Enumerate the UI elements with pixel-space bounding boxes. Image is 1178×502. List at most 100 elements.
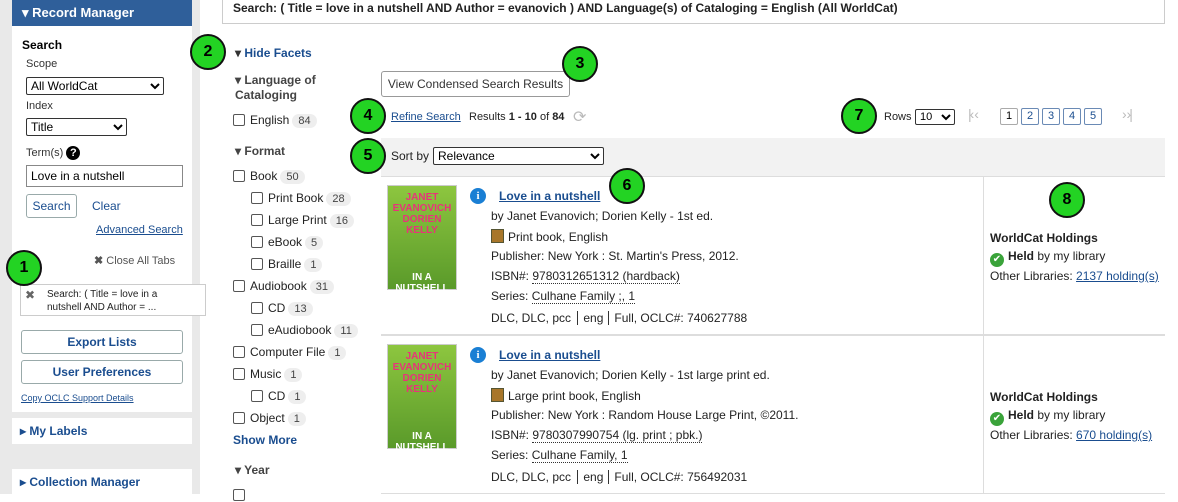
result-publisher: Publisher: New York : Random House Large… xyxy=(491,408,799,422)
page-3[interactable]: 3 xyxy=(1042,108,1060,125)
book-cover[interactable]: JANET EVANOVICH DORIEN KELLY IN A NUTSHEL… xyxy=(387,185,457,294)
page-5[interactable]: 5 xyxy=(1084,108,1102,125)
facet-count: 1 xyxy=(284,368,303,382)
result-title-link[interactable]: Love in a nutshell xyxy=(499,189,600,203)
record-manager-header[interactable]: ▾ Record Manager xyxy=(12,0,192,26)
facet-item[interactable]: Music 1 xyxy=(233,367,303,382)
checkbox[interactable] xyxy=(233,412,245,424)
series-value[interactable]: Culhane Family ;, 1 xyxy=(531,289,636,304)
facet-item[interactable]: Object 1 xyxy=(233,411,306,426)
scope-select[interactable]: All WorldCat xyxy=(26,77,164,95)
facet-item[interactable]: Audiobook 31 xyxy=(233,279,334,294)
refresh-icon[interactable]: ⟳ xyxy=(573,107,586,127)
checkbox[interactable] xyxy=(233,489,245,501)
checkbox[interactable] xyxy=(251,302,263,314)
checkbox[interactable] xyxy=(233,346,245,358)
callout-2: 2 xyxy=(190,34,226,70)
language-facet-heading[interactable]: ▾ Language of Cataloging xyxy=(235,73,345,103)
first-prev-page-icon[interactable]: |‹ ‹ xyxy=(968,106,979,122)
facet-label: Print Book xyxy=(268,191,324,205)
record-manager-title: Record Manager xyxy=(32,5,135,20)
other-libraries: Other Libraries: 670 holding(s) xyxy=(990,428,1153,442)
facet-year-partial[interactable] xyxy=(233,488,250,502)
index-select[interactable]: Title xyxy=(26,118,127,136)
facet-item[interactable]: Computer File 1 xyxy=(233,345,347,360)
search-query-bar: Search: ( Title = love in a nutshell AND… xyxy=(222,0,1165,24)
facet-item[interactable]: Braille 1 xyxy=(251,257,323,272)
view-condensed-button[interactable]: View Condensed Search Results xyxy=(381,71,570,97)
info-icon[interactable]: i xyxy=(470,188,486,204)
result-author: by Janet Evanovich; Dorien Kelly - 1st e… xyxy=(491,209,714,223)
terms-label: Term(s) ? xyxy=(26,146,81,160)
rows-select[interactable]: 10 xyxy=(915,109,955,125)
checkbox[interactable] xyxy=(251,324,263,336)
rows-label: Rows xyxy=(884,111,912,123)
checkbox[interactable] xyxy=(233,114,245,126)
index-label: Index xyxy=(26,100,53,112)
holdings-link[interactable]: 670 holding(s) xyxy=(1076,428,1152,442)
facet-english[interactable]: English 84 xyxy=(233,113,317,128)
facet-label: CD xyxy=(268,301,286,315)
terms-input[interactable] xyxy=(26,165,183,187)
checkbox[interactable] xyxy=(251,236,263,248)
facet-item[interactable]: eAudiobook 11 xyxy=(251,323,358,338)
book-cover[interactable]: JANET EVANOVICH DORIEN KELLY IN A NUTSHEL… xyxy=(387,344,457,453)
facet-item[interactable]: Book 50 xyxy=(233,169,305,184)
facet-item[interactable]: eBook 5 xyxy=(251,235,324,250)
series-value[interactable]: Culhane Family, 1 xyxy=(531,448,628,463)
help-icon[interactable]: ? xyxy=(66,146,81,160)
info-icon[interactable]: i xyxy=(470,347,486,363)
result-row: JANET EVANOVICH DORIEN KELLY IN A NUTSHEL… xyxy=(381,176,1165,335)
page-1[interactable]: 1 xyxy=(1000,108,1018,125)
page-2[interactable]: 2 xyxy=(1021,108,1039,125)
scope-label: Scope xyxy=(26,58,58,70)
facet-count: 16 xyxy=(329,214,354,228)
close-all-tabs[interactable]: ✖ Close All Tabs xyxy=(94,254,175,267)
facet-count: 1 xyxy=(287,412,306,426)
my-labels-panel[interactable]: ▸ My Labels xyxy=(12,418,192,444)
advanced-search-link[interactable]: Advanced Search xyxy=(96,224,183,236)
isbn-value[interactable]: 9780307990754 (lg. print ; pbk.) xyxy=(532,428,703,443)
format-facet-heading[interactable]: ▾ Format xyxy=(235,144,285,158)
checkbox[interactable] xyxy=(251,390,263,402)
facet-count: 31 xyxy=(309,280,334,294)
search-tab[interactable]: ✖ Search: ( Title = love in a nutshell A… xyxy=(20,284,206,316)
holdings-column: WorldCat Holdings ✔ Held by my library Othe… xyxy=(983,336,1165,493)
sort-select[interactable]: Relevance xyxy=(433,147,604,165)
export-lists-button[interactable]: Export Lists xyxy=(21,330,183,354)
collection-manager-panel[interactable]: ▸ Collection Manager xyxy=(12,469,192,495)
callout-5: 5 xyxy=(350,138,386,174)
search-panel: Search Scope All WorldCat Index Title Te… xyxy=(12,26,192,412)
page-4[interactable]: 4 xyxy=(1063,108,1081,125)
facet-item[interactable]: Print Book 28 xyxy=(251,191,351,206)
facet-item[interactable]: CD 1 xyxy=(251,389,307,404)
hide-facets-link[interactable]: ▾ Hide Facets xyxy=(235,46,312,60)
checkbox[interactable] xyxy=(251,258,263,270)
result-title-link[interactable]: Love in a nutshell xyxy=(499,348,600,362)
held-status: ✔ Held by my library xyxy=(990,408,1105,426)
checkbox[interactable] xyxy=(233,368,245,380)
checkbox[interactable] xyxy=(251,214,263,226)
refine-search-link[interactable]: Refine Search xyxy=(391,111,461,123)
checkbox[interactable] xyxy=(233,170,245,182)
close-tab-icon[interactable]: ✖ xyxy=(25,288,35,302)
show-more-link[interactable]: Show More xyxy=(233,433,297,447)
year-facet-heading[interactable]: ▾ Year xyxy=(235,463,270,477)
isbn-value[interactable]: 9780312651312 (hardback) xyxy=(532,269,680,284)
result-series: Series: Culhane Family, 1 xyxy=(491,448,628,463)
holdings-link[interactable]: 2137 holding(s) xyxy=(1076,269,1159,283)
book-format-icon xyxy=(491,388,504,402)
search-button[interactable]: Search xyxy=(26,194,77,218)
facet-item[interactable]: Large Print 16 xyxy=(251,213,354,228)
facet-label: Audiobook xyxy=(250,279,307,293)
facet-item[interactable]: CD 13 xyxy=(251,301,313,316)
facet-label: Computer File xyxy=(250,345,326,359)
user-preferences-button[interactable]: User Preferences xyxy=(21,360,183,384)
checkbox[interactable] xyxy=(233,280,245,292)
next-last-page-icon[interactable]: › ›| xyxy=(1122,106,1133,122)
clear-link[interactable]: Clear xyxy=(92,199,121,213)
copy-support-link[interactable]: Copy OCLC Support Details xyxy=(21,393,134,403)
callout-7: 7 xyxy=(841,98,877,134)
checkbox[interactable] xyxy=(251,192,263,204)
sort-label: Sort by xyxy=(391,149,430,163)
